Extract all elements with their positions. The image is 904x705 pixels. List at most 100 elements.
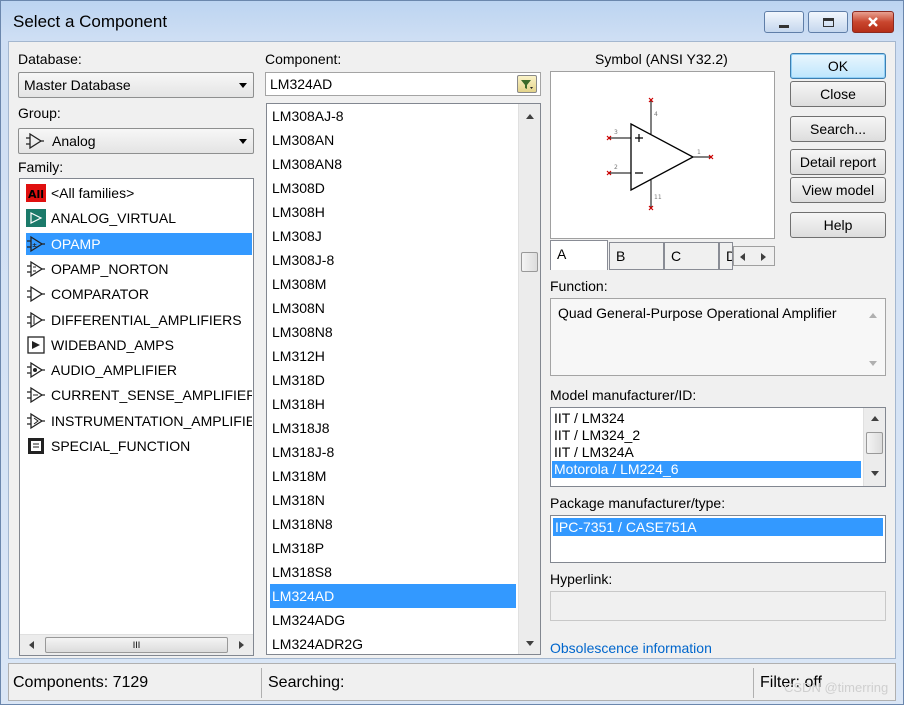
component-list-item[interactable]: LM318N8 [270, 512, 516, 536]
component-list-item[interactable]: LM324ADG [270, 608, 516, 632]
status-divider [753, 668, 754, 698]
opamp-icon: ± [26, 235, 46, 253]
obsolescence-link[interactable]: Obsolescence information [550, 640, 712, 656]
component-list-item[interactable]: LM308J [270, 224, 516, 248]
component-list-item[interactable]: LM308AN8 [270, 152, 516, 176]
function-value: Quad General-Purpose Operational Amplifi… [558, 305, 837, 321]
function-text: Quad General-Purpose Operational Amplifi… [550, 298, 886, 376]
svg-text:2: 2 [614, 164, 618, 171]
family-list[interactable]: All <All families> ANALOG_VIRTUAL ± OPAMP OPA… [19, 178, 254, 656]
component-vscrollbar[interactable] [518, 104, 540, 654]
component-list-item[interactable]: LM318M [270, 464, 516, 488]
family-item[interactable]: COMPARATOR [26, 283, 252, 305]
component-list-item[interactable]: LM312H [270, 344, 516, 368]
opamp-norton-icon [26, 260, 46, 278]
audio-icon [26, 361, 46, 379]
model-list-item[interactable]: Motorola / LM224_6 [552, 461, 861, 478]
database-dropdown[interactable]: Master Database [18, 72, 254, 98]
group-dropdown[interactable]: Analog [18, 128, 254, 154]
scroll-down-icon[interactable] [871, 471, 879, 476]
svg-text:1: 1 [697, 149, 701, 156]
family-item[interactable]: SPECIAL_FUNCTION [26, 435, 252, 457]
family-item-label: CURRENT_SENSE_AMPLIFIERS [51, 387, 252, 404]
component-list-item[interactable]: LM308H [270, 200, 516, 224]
close-window-button[interactable] [852, 11, 894, 33]
hscroll-thumb[interactable]: III [45, 637, 228, 653]
scroll-left-icon[interactable] [29, 641, 34, 649]
scroll-up-icon[interactable] [871, 416, 879, 421]
component-list-item[interactable]: LM318N [270, 488, 516, 512]
all-families-icon: All [26, 184, 46, 202]
close-button[interactable]: Close [790, 81, 886, 107]
family-item[interactable]: ± OPAMP [26, 232, 252, 255]
svg-text:3: 3 [614, 129, 618, 136]
component-scroll-thumb[interactable] [521, 252, 538, 272]
scroll-right-icon[interactable] [239, 641, 244, 649]
family-item[interactable]: WIDEBAND_AMPS [26, 334, 252, 356]
tab-symbol-a[interactable]: A [550, 240, 608, 270]
filter-button[interactable] [517, 75, 537, 93]
scroll-up-icon[interactable] [526, 114, 534, 119]
component-list-item[interactable]: LM324AD [270, 584, 516, 608]
minimize-button[interactable] [764, 11, 804, 33]
family-hscrollbar[interactable]: III [20, 634, 253, 655]
scroll-down-icon[interactable] [526, 641, 534, 646]
family-item[interactable]: AUDIO_AMPLIFIER [26, 359, 252, 381]
current-sense-icon [26, 386, 46, 404]
maximize-icon [822, 17, 834, 27]
family-item[interactable]: All <All families> [26, 182, 252, 204]
component-list-item[interactable]: LM324ADR2G [270, 632, 516, 654]
group-label: Group: [18, 105, 61, 121]
model-list-item[interactable]: IIT / LM324_2 [552, 427, 861, 444]
tab-symbol-b[interactable]: B [609, 242, 664, 270]
component-list-item[interactable]: LM318H [270, 392, 516, 416]
view-model-button[interactable]: View model [790, 177, 886, 203]
tab-symbol-c[interactable]: C [664, 242, 719, 270]
component-list-item[interactable]: LM308N8 [270, 320, 516, 344]
family-item-label: ANALOG_VIRTUAL [51, 210, 177, 227]
model-vscrollbar[interactable] [863, 408, 885, 486]
maximize-button[interactable] [808, 11, 848, 33]
component-list-item[interactable]: LM318J8 [270, 416, 516, 440]
component-list-item[interactable]: LM318P [270, 536, 516, 560]
model-list-item[interactable]: IIT / LM324A [552, 444, 861, 461]
detail-report-button[interactable]: Detail report [790, 149, 886, 175]
tab-symbol-d[interactable]: D [719, 242, 733, 270]
status-divider [261, 668, 262, 698]
title-bar[interactable]: Select a Component [1, 1, 903, 41]
component-list-item[interactable]: LM308M [270, 272, 516, 296]
search-button[interactable]: Search... [790, 116, 886, 142]
model-list[interactable]: IIT / LM324 IIT / LM324_2 IIT / LM324A Moto… [550, 407, 886, 487]
component-list-item[interactable]: LM318J-8 [270, 440, 516, 464]
family-item[interactable]: OPAMP_NORTON [26, 258, 252, 280]
component-list-item[interactable]: LM308N [270, 296, 516, 320]
tab-scroll-left-icon[interactable] [740, 253, 745, 261]
component-list-item[interactable]: LM308J-8 [270, 248, 516, 272]
package-list[interactable]: IPC-7351 / CASE751A [550, 515, 886, 563]
model-scroll-thumb[interactable] [866, 432, 883, 454]
package-list-item[interactable]: IPC-7351 / CASE751A [553, 518, 883, 536]
family-item[interactable]: ANALOG_VIRTUAL [26, 207, 252, 229]
ok-button[interactable]: OK [790, 53, 886, 79]
select-component-dialog: Select a Component Database: Master Data… [0, 0, 904, 705]
status-bar: Components: 7129 Searching: Filter: off [8, 663, 896, 701]
component-list-item[interactable]: LM308AJ-8 [270, 104, 516, 128]
symbol-preview: 3 2 1 4 11 [550, 71, 775, 239]
tab-scroll-right-icon[interactable] [761, 253, 766, 261]
component-list-item[interactable]: LM318S8 [270, 560, 516, 584]
component-list-item[interactable]: LM318D [270, 368, 516, 392]
component-list-item[interactable]: LM308AN [270, 128, 516, 152]
tab-scroll-buttons[interactable] [733, 246, 775, 266]
package-label: Package manufacturer/type: [550, 495, 726, 511]
model-list-item[interactable]: IIT / LM324 [552, 410, 861, 427]
family-item[interactable]: DIFFERENTIAL_AMPLIFIERS [26, 309, 252, 331]
family-item-label: COMPARATOR [51, 286, 150, 303]
component-list[interactable]: LM308AJ-8 LM308AN LM308AN8 LM308D LM308H LM30… [266, 103, 541, 655]
family-item-label: SPECIAL_FUNCTION [51, 438, 191, 454]
component-search-input[interactable]: LM324AD [265, 72, 541, 96]
family-item[interactable]: INSTRUMENTATION_AMPLIFIEI [26, 410, 252, 432]
help-button[interactable]: Help [790, 212, 886, 238]
group-value: Analog [52, 133, 96, 149]
component-list-item[interactable]: LM308D [270, 176, 516, 200]
family-item[interactable]: CURRENT_SENSE_AMPLIFIERS [26, 384, 252, 406]
